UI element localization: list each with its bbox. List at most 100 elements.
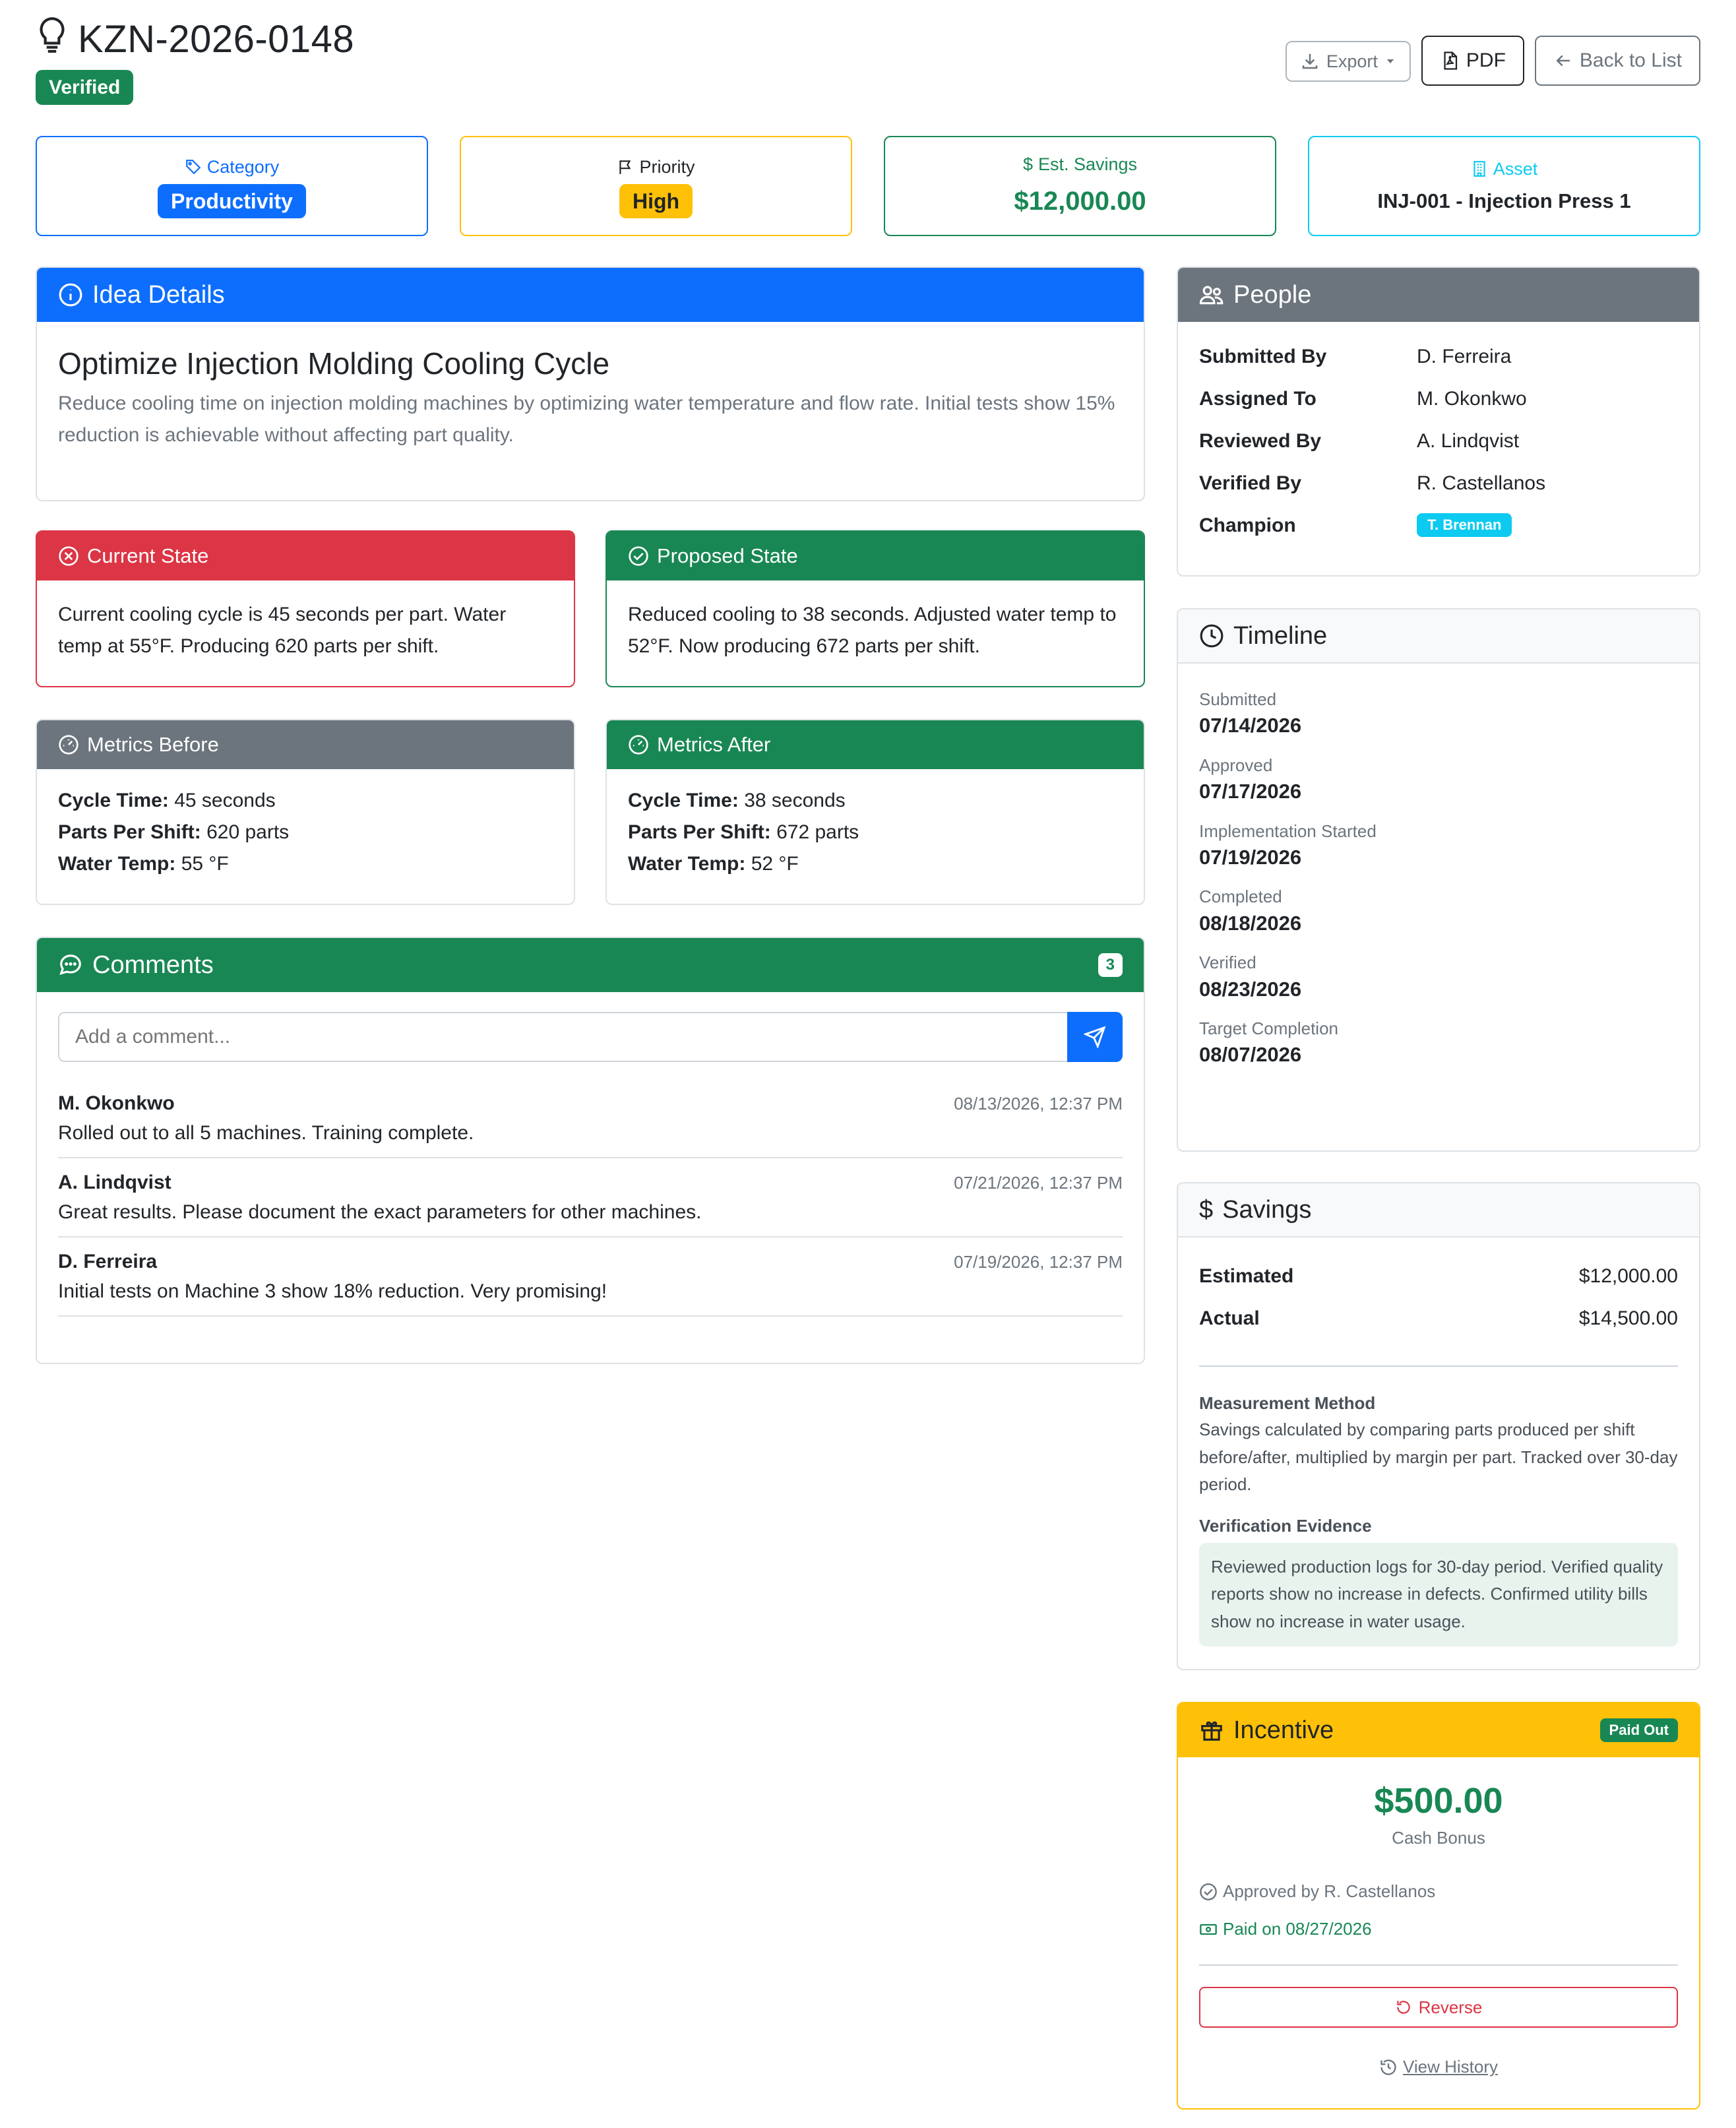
tag-icon	[185, 160, 201, 175]
caret-down-icon	[1386, 59, 1394, 63]
measurement-method-text: Savings calculated by comparing parts pr…	[1199, 1420, 1678, 1495]
incentive-header: Incentive Paid Out	[1178, 1703, 1699, 1757]
reverse-button[interactable]: Reverse	[1199, 1987, 1678, 2028]
building-icon	[1473, 160, 1485, 177]
dollar-icon: $	[1199, 1195, 1214, 1224]
timeline-item-submitted: Submitted 07/14/2026	[1199, 689, 1302, 737]
comment-text: Rolled out to all 5 machines. Training c…	[58, 1122, 474, 1144]
check-circle-icon	[629, 546, 648, 566]
idea-title: Optimize Injection Molding Cooling Cycle	[58, 346, 610, 381]
savings-estimated-row: Estimated $12,000.00	[1199, 1265, 1678, 1287]
priority-value: High	[619, 184, 693, 219]
lightbulb-icon	[36, 16, 69, 63]
page: KZN-2026-0148 Verified Export PDF Back t…	[0, 0, 1736, 2128]
idea-details-card: Idea Details Optimize Injection Molding …	[36, 266, 1145, 501]
flag-icon	[619, 160, 631, 174]
check-circle-icon	[1200, 1883, 1217, 1900]
gift-icon	[1201, 1721, 1222, 1741]
comment-author: M. Okonkwo	[58, 1092, 175, 1114]
info-circle-icon	[59, 283, 82, 307]
asset-card: Asset INJ-001 - Injection Press 1	[1308, 136, 1700, 236]
comments-card: Comments 3 M. Okonkwo 08/13/2026, 12:37 P…	[36, 937, 1145, 1364]
incentive-card: Incentive Paid Out $500.00 Cash Bonus Ap…	[1177, 1702, 1700, 2110]
view-history-link[interactable]: View History	[1199, 2054, 1678, 2080]
send-comment-button[interactable]	[1067, 1012, 1123, 1062]
comment-text: Initial tests on Machine 3 show 18% redu…	[58, 1280, 607, 1302]
comment-input[interactable]	[58, 1012, 1067, 1062]
pdf-button[interactable]: PDF	[1421, 36, 1524, 86]
people-row-submitted-by: Submitted By D. Ferreira	[1199, 345, 1512, 367]
metric-after-cycle-time: Cycle Time: 38 seconds	[628, 790, 846, 811]
est-savings-value: $12,000.00	[1014, 187, 1146, 216]
est-savings-card: $ Est. Savings $12,000.00	[884, 136, 1276, 236]
people-card: People Submitted By D. Ferreira Assigned …	[1177, 266, 1700, 577]
metric-before-cycle-time: Cycle Time: 45 seconds	[58, 790, 276, 811]
measurement-method-label: Measurement Method	[1199, 1393, 1376, 1413]
people-row-assigned-to: Assigned To M. Okonkwo	[1199, 387, 1527, 410]
comment-item: M. Okonkwo 08/13/2026, 12:37 PM Rolled ou…	[58, 1079, 1123, 1158]
current-state-card: Current State Current cooling cycle is 4…	[36, 530, 575, 687]
metrics-after-card: Metrics After Cycle Time: 38 seconds Par…	[605, 719, 1145, 905]
metric-before-water-temp: Water Temp: 55 °F	[58, 853, 229, 875]
status-badge: Verified	[36, 69, 134, 105]
timeline-item-implementation-started: Implementation Started 07/19/2026	[1199, 821, 1377, 869]
verification-evidence-text: Reviewed production logs for 30-day peri…	[1199, 1542, 1678, 1646]
proposed-state-card: Proposed State Reduced cooling to 38 sec…	[605, 530, 1145, 687]
divider	[1199, 1964, 1678, 1966]
page-title: KZN-2026-0148	[78, 17, 355, 61]
send-icon	[1084, 1026, 1106, 1048]
metric-before-parts-per-shift: Parts Per Shift: 620 parts	[58, 821, 290, 843]
file-pdf-icon	[1444, 51, 1458, 70]
approved-by-line: Approved by R. Castellanos	[1199, 1879, 1678, 1904]
back-to-list-button[interactable]: Back to List	[1534, 36, 1700, 86]
comment-author: D. Ferreira	[58, 1251, 158, 1272]
people-row-reviewed-by: Reviewed By A. Lindqvist	[1199, 429, 1520, 452]
comment-author: A. Lindqvist	[58, 1172, 171, 1193]
paid-on-line: Paid on 08/27/2026	[1199, 1916, 1678, 1942]
clock-icon	[1200, 624, 1224, 648]
metrics-before-header: Metrics Before	[37, 720, 574, 769]
comment-item: D. Ferreira 07/19/2026, 12:37 PM Initial …	[58, 1237, 1123, 1317]
metrics-after-header: Metrics After	[607, 720, 1144, 769]
incentive-type: Cash Bonus	[1392, 1828, 1485, 1848]
dollar-icon: $	[1022, 154, 1033, 174]
timeline-card: Timeline Submitted 07/14/2026 Approved 07/…	[1177, 608, 1700, 1152]
speedometer-icon	[59, 735, 78, 755]
incentive-amount: $500.00	[1374, 1781, 1503, 1821]
idea-description: Reduce cooling time on injection molding…	[58, 392, 1115, 446]
comments-header: Comments 3	[37, 938, 1144, 992]
paid-out-badge: Paid Out	[1599, 1718, 1678, 1742]
cash-icon	[1200, 1924, 1217, 1935]
people-header: People	[1178, 268, 1699, 322]
x-circle-icon	[59, 546, 78, 566]
champion-badge: T. Brennan	[1417, 513, 1512, 537]
category-label: Category	[185, 154, 279, 181]
kpi-row: Category Productivity Priority High $ Es…	[36, 136, 1700, 236]
comment-input-group	[58, 1012, 1123, 1062]
people-icon	[1199, 286, 1224, 305]
asset-value: INJ-001 - Injection Press 1	[1377, 189, 1631, 212]
verification-evidence-label: Verification Evidence	[1199, 1515, 1372, 1536]
comment-text: Great results. Please document the exact…	[58, 1201, 702, 1223]
comment-item: A. Lindqvist 07/21/2026, 12:37 PM Great r…	[58, 1158, 1123, 1237]
comment-date: 08/13/2026, 12:37 PM	[954, 1094, 1123, 1113]
category-value: Productivity	[158, 184, 306, 219]
back-label: Back to List	[1579, 49, 1682, 71]
speedometer-icon	[629, 735, 648, 755]
est-savings-label: $ Est. Savings	[1023, 151, 1137, 178]
savings-actual-row: Actual $14,500.00	[1199, 1307, 1678, 1329]
category-card: Category Productivity	[36, 136, 428, 236]
people-row-champion: Champion T. Brennan	[1199, 504, 1678, 546]
current-state-header: Current State	[37, 532, 574, 580]
timeline-item-completed: Completed 08/18/2026	[1199, 887, 1302, 935]
timeline-header: Timeline	[1178, 610, 1699, 664]
chat-dots-icon	[59, 954, 81, 976]
export-button[interactable]: Export	[1285, 41, 1411, 82]
idea-details-header: Idea Details	[37, 268, 1144, 322]
metric-after-water-temp: Water Temp: 52 °F	[628, 853, 799, 875]
current-state-text: Current cooling cycle is 45 seconds per …	[58, 604, 507, 657]
proposed-state-text: Reduced cooling to 38 seconds. Adjusted …	[628, 604, 1117, 657]
people-row-verified-by: Verified By R. Castellanos	[1199, 472, 1546, 494]
page-header: KZN-2026-0148 Verified Export PDF Back t…	[36, 16, 1700, 108]
history-icon	[1380, 2059, 1396, 2075]
